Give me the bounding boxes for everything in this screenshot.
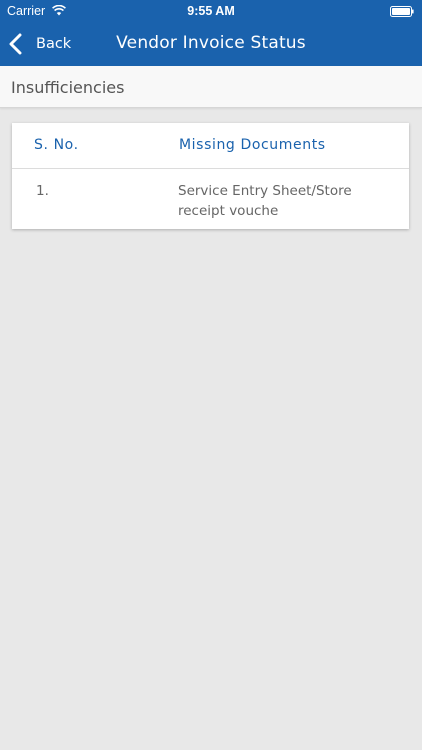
row-missing-document: Service Entry Sheet/Store receipt vouche <box>178 183 352 219</box>
column-header-missing-documents: Missing Documents <box>179 137 326 153</box>
insufficiencies-table: S. No. Missing Documents 1. Service Entr… <box>12 123 409 229</box>
row-serial-number: 1. <box>36 183 49 199</box>
column-header-sno: S. No. <box>34 137 79 153</box>
status-bar: Carrier 9:55 AM <box>0 0 422 22</box>
nav-bar: Back Vendor Invoice Status <box>0 22 422 66</box>
app-header: Carrier 9:55 AM Back Vendor Invoice Stat… <box>0 0 422 66</box>
battery-icon <box>390 6 414 17</box>
table-header: S. No. Missing Documents <box>12 123 409 169</box>
page-title: Vendor Invoice Status <box>116 33 306 53</box>
status-time: 9:55 AM <box>187 4 235 18</box>
section-header: Insufficiencies <box>0 66 422 108</box>
table-row: 1. Service Entry Sheet/Store receipt vou… <box>12 169 409 229</box>
section-title: Insufficiencies <box>11 78 125 97</box>
